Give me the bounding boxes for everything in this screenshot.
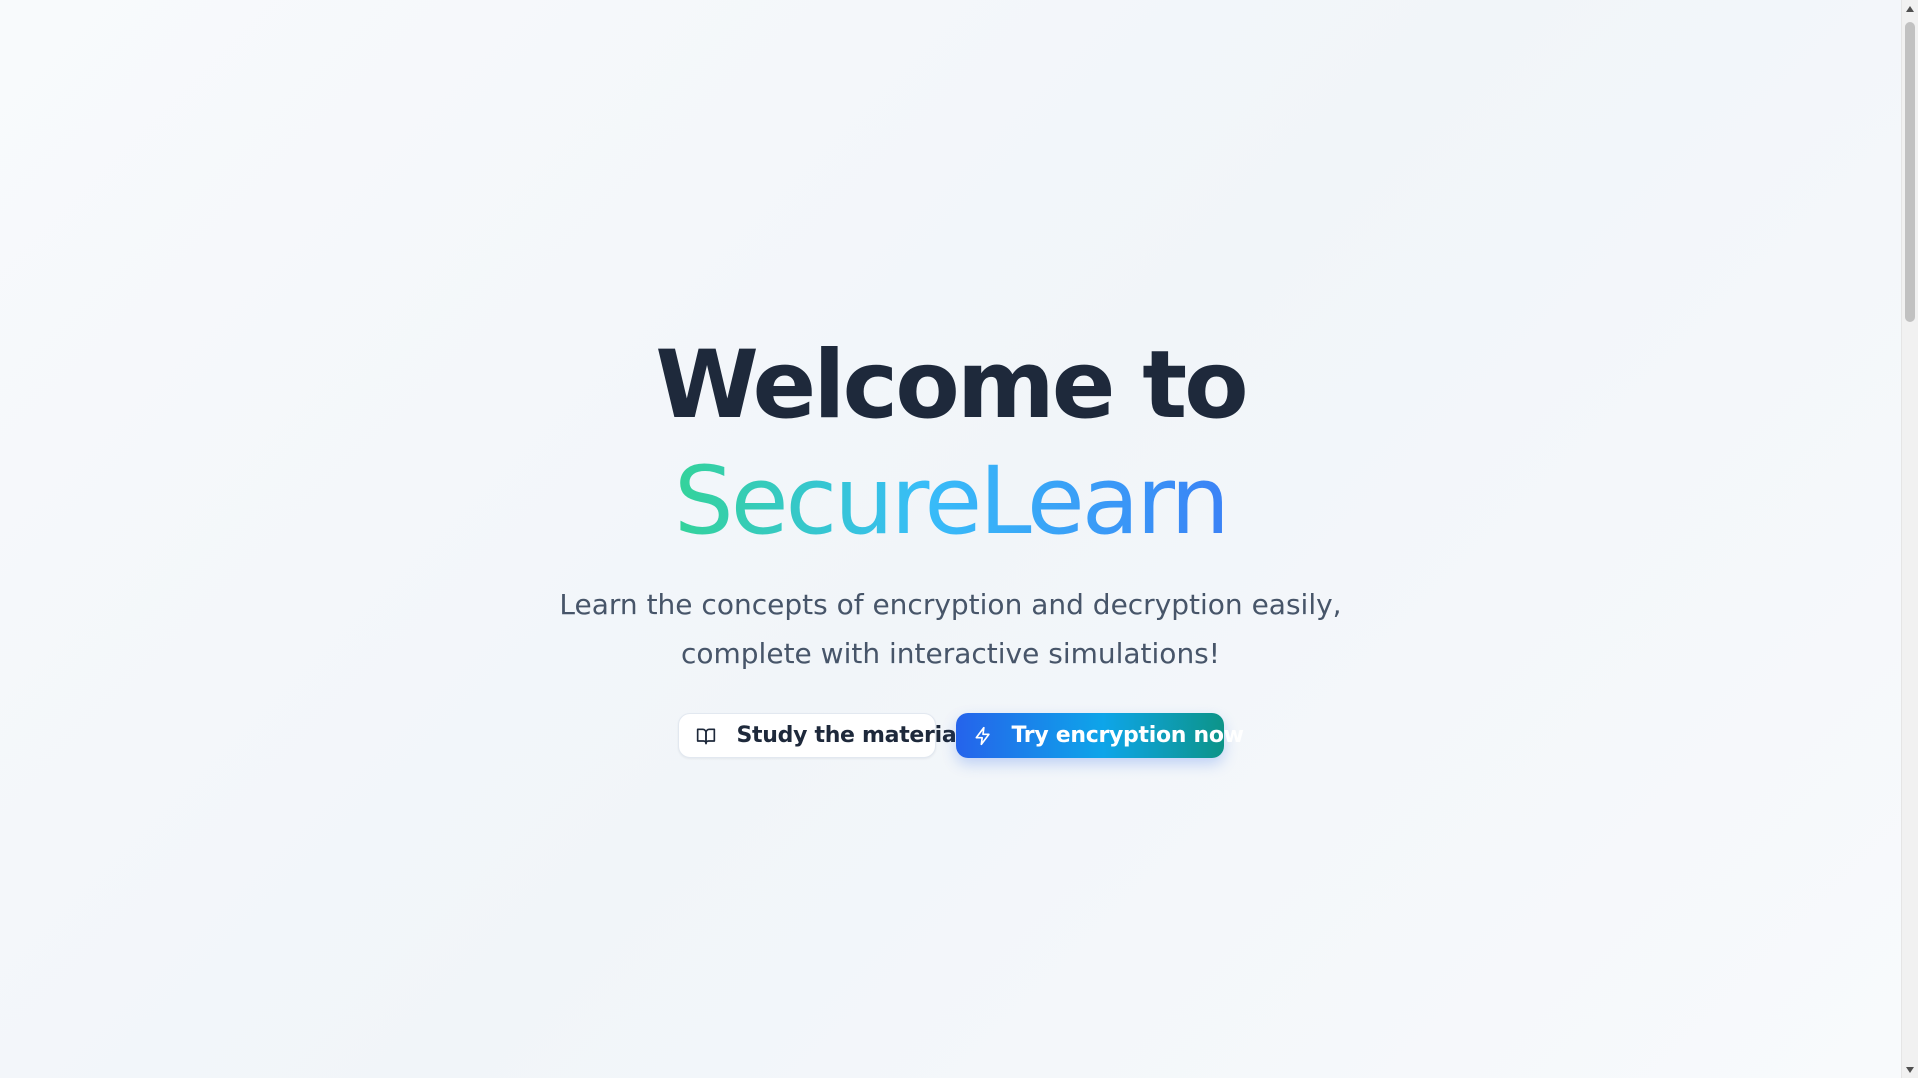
page-viewport: Welcome to SecureLearn Learn the concept… bbox=[0, 0, 1901, 1078]
brand-name: SecureLearn bbox=[674, 444, 1230, 560]
cta-buttons: Study the material Try encryption now bbox=[0, 713, 1901, 758]
study-material-button[interactable]: Study the material bbox=[677, 713, 964, 758]
scroll-thumb[interactable] bbox=[1905, 22, 1915, 322]
vertical-scrollbar[interactable] bbox=[1901, 0, 1918, 1078]
hero-brand-line: SecureLearn bbox=[0, 444, 1901, 560]
hero-title: Welcome to SecureLearn bbox=[0, 328, 1901, 560]
scroll-down-arrow-icon[interactable] bbox=[1902, 1061, 1918, 1078]
try-encryption-button[interactable]: Try encryption now bbox=[955, 713, 1244, 758]
hero-subtitle: Learn the concepts of encryption and dec… bbox=[0, 580, 1901, 678]
hero-subtitle-line-2: complete with interactive simulations! bbox=[680, 637, 1220, 670]
scroll-up-arrow-icon[interactable] bbox=[1902, 0, 1918, 17]
hero-title-line: Welcome to bbox=[655, 331, 1249, 440]
study-material-label: Study the material bbox=[736, 723, 964, 748]
try-encryption-label: Try encryption now bbox=[1011, 723, 1245, 748]
book-open-icon bbox=[695, 725, 717, 747]
hero-subtitle-line-1: Learn the concepts of encryption and dec… bbox=[559, 588, 1342, 621]
lightning-icon bbox=[972, 725, 994, 747]
